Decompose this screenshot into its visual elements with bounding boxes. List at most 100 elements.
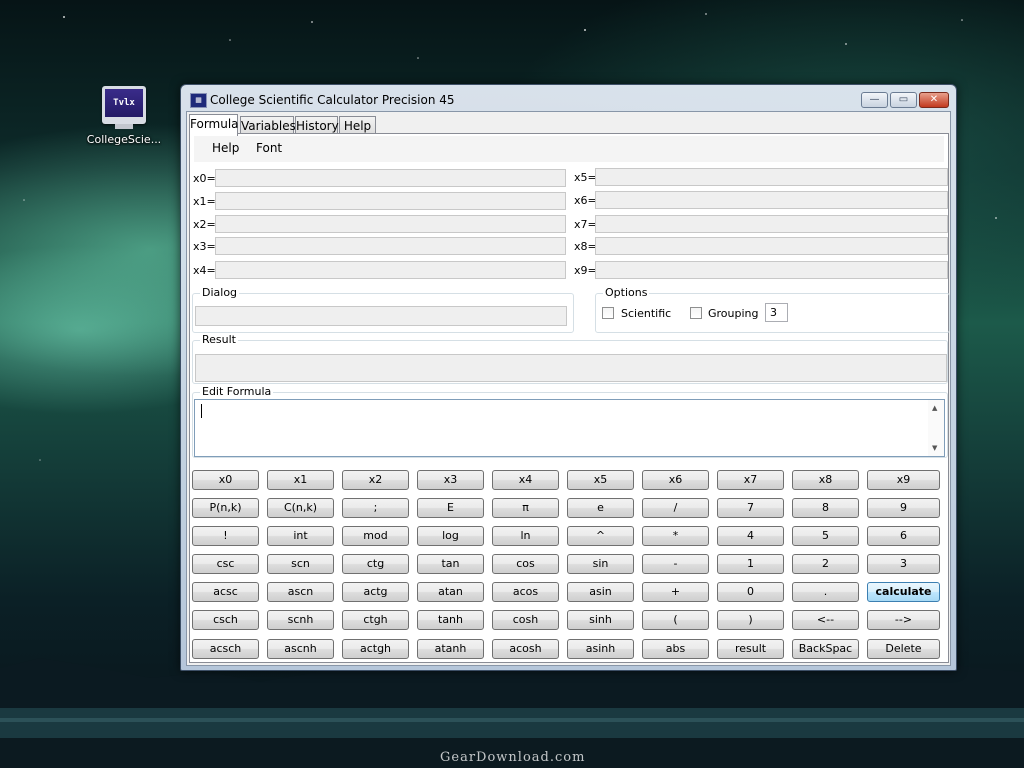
key-e-button[interactable]: E: [417, 498, 484, 518]
key-x4-button[interactable]: x4: [492, 470, 559, 490]
key-sym-3-6-button[interactable]: -: [642, 554, 709, 574]
key-sym-5-9-button[interactable]: -->: [867, 610, 940, 630]
key-asin-button[interactable]: asin: [567, 582, 634, 602]
key-acosh-button[interactable]: acosh: [492, 639, 559, 659]
grouping-checkbox[interactable]: [690, 307, 702, 319]
key-sinh-button[interactable]: sinh: [567, 610, 634, 630]
key-tan-button[interactable]: tan: [417, 554, 484, 574]
x0-field[interactable]: [215, 169, 566, 187]
key-sym-2-5-button[interactable]: ^: [567, 526, 634, 546]
key-sym-1-2-button[interactable]: ;: [342, 498, 409, 518]
key-sym-5-7-button[interactable]: ): [717, 610, 784, 630]
minimize-button[interactable]: —: [861, 92, 888, 108]
key-delete-button[interactable]: Delete: [867, 639, 940, 659]
key-csc-button[interactable]: csc: [192, 554, 259, 574]
key-atan-button[interactable]: atan: [417, 582, 484, 602]
grouping-size-input[interactable]: 3: [765, 303, 788, 322]
key-backspac-button[interactable]: BackSpac: [792, 639, 859, 659]
key-sym-5-6-button[interactable]: (: [642, 610, 709, 630]
app-icon[interactable]: ▦: [190, 93, 207, 108]
key-actgh-button[interactable]: actgh: [342, 639, 409, 659]
key-ln-button[interactable]: ln: [492, 526, 559, 546]
key-6-button[interactable]: 6: [867, 526, 940, 546]
key-atanh-button[interactable]: atanh: [417, 639, 484, 659]
key-ctgh-button[interactable]: ctgh: [342, 610, 409, 630]
key-1-button[interactable]: 1: [717, 554, 784, 574]
key-sin-button[interactable]: sin: [567, 554, 634, 574]
key-ascn-button[interactable]: ascn: [267, 582, 334, 602]
key-x8-button[interactable]: x8: [792, 470, 859, 490]
key-sym-5-8-button[interactable]: <--: [792, 610, 859, 630]
key-csch-button[interactable]: csch: [192, 610, 259, 630]
key-e-button[interactable]: e: [567, 498, 634, 518]
key-x5-button[interactable]: x5: [567, 470, 634, 490]
key-scnh-button[interactable]: scnh: [267, 610, 334, 630]
key-cosh-button[interactable]: cosh: [492, 610, 559, 630]
key-sym-2-0-button[interactable]: !: [192, 526, 259, 546]
x8-field[interactable]: [595, 237, 948, 255]
key-7-button[interactable]: 7: [717, 498, 784, 518]
key-sym-2-6-button[interactable]: *: [642, 526, 709, 546]
key-result-button[interactable]: result: [717, 639, 784, 659]
key-acos-button[interactable]: acos: [492, 582, 559, 602]
editor-vertical-scrollbar[interactable]: ▲ ▼: [928, 400, 944, 456]
key-acsch-button[interactable]: acsch: [192, 639, 259, 659]
x3-field[interactable]: [215, 237, 566, 255]
key-x3-button[interactable]: x3: [417, 470, 484, 490]
key-9-button[interactable]: 9: [867, 498, 940, 518]
key-sym-1-6-button[interactable]: /: [642, 498, 709, 518]
key-4-button[interactable]: 4: [717, 526, 784, 546]
key-sym-4-6-button[interactable]: +: [642, 582, 709, 602]
x7-field[interactable]: [595, 215, 948, 233]
scientific-checkbox[interactable]: [602, 307, 614, 319]
key-c-n-k-button[interactable]: C(n,k): [267, 498, 334, 518]
key-scn-button[interactable]: scn: [267, 554, 334, 574]
close-button[interactable]: ✕: [919, 92, 949, 108]
key-actg-button[interactable]: actg: [342, 582, 409, 602]
grouping-label[interactable]: Grouping: [708, 307, 759, 320]
key-ctg-button[interactable]: ctg: [342, 554, 409, 574]
key-cos-button[interactable]: cos: [492, 554, 559, 574]
menu-help[interactable]: Help: [212, 141, 239, 155]
x2-field[interactable]: [215, 215, 566, 233]
key-log-button[interactable]: log: [417, 526, 484, 546]
menu-font[interactable]: Font: [256, 141, 282, 155]
tab-formula[interactable]: Formula: [189, 114, 239, 136]
watermark: GearDownload.com: [440, 750, 586, 765]
key-x6-button[interactable]: x6: [642, 470, 709, 490]
key-tanh-button[interactable]: tanh: [417, 610, 484, 630]
key-x9-button[interactable]: x9: [867, 470, 940, 490]
scroll-up-arrow-icon[interactable]: ▲: [932, 404, 937, 412]
key-x1-button[interactable]: x1: [267, 470, 334, 490]
key-3-button[interactable]: 3: [867, 554, 940, 574]
key-sym-1-4-button[interactable]: π: [492, 498, 559, 518]
key-int-button[interactable]: int: [267, 526, 334, 546]
key-asinh-button[interactable]: asinh: [567, 639, 634, 659]
scroll-down-arrow-icon[interactable]: ▼: [932, 444, 937, 452]
key-x7-button[interactable]: x7: [717, 470, 784, 490]
key-0-button[interactable]: 0: [717, 582, 784, 602]
key-acsc-button[interactable]: acsc: [192, 582, 259, 602]
key-2-button[interactable]: 2: [792, 554, 859, 574]
x6-field[interactable]: [595, 191, 948, 209]
key-5-button[interactable]: 5: [792, 526, 859, 546]
key-x2-button[interactable]: x2: [342, 470, 409, 490]
key-abs-button[interactable]: abs: [642, 639, 709, 659]
x5-field[interactable]: [595, 168, 948, 186]
key-ascnh-button[interactable]: ascnh: [267, 639, 334, 659]
key-p-n-k-button[interactable]: P(n,k): [192, 498, 259, 518]
text-caret: [201, 404, 202, 418]
scientific-label[interactable]: Scientific: [621, 307, 671, 320]
key-mod-button[interactable]: mod: [342, 526, 409, 546]
key-8-button[interactable]: 8: [792, 498, 859, 518]
x6-label: x6=: [574, 194, 597, 207]
key-calculate-button[interactable]: calculate: [867, 582, 940, 602]
x4-field[interactable]: [215, 261, 566, 279]
key-sym-4-8-button[interactable]: .: [792, 582, 859, 602]
formula-editor[interactable]: ▲ ▼: [194, 399, 945, 457]
desktop-shortcut[interactable]: Tvlx CollegeScie...: [86, 86, 162, 146]
x9-field[interactable]: [595, 261, 948, 279]
key-x0-button[interactable]: x0: [192, 470, 259, 490]
maximize-button[interactable]: ▭: [890, 92, 917, 108]
x1-field[interactable]: [215, 192, 566, 210]
